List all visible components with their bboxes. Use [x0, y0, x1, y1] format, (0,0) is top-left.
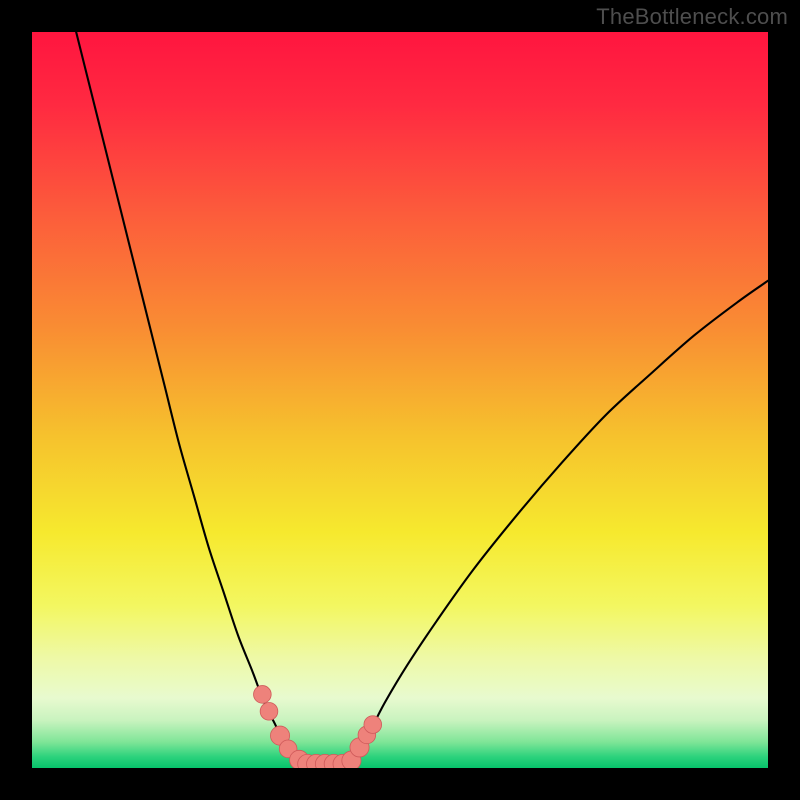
data-marker	[254, 686, 272, 704]
data-marker	[364, 716, 382, 734]
watermark-text: TheBottleneck.com	[596, 4, 788, 30]
outer-frame: TheBottleneck.com	[0, 0, 800, 800]
data-marker	[260, 703, 278, 721]
chart-svg	[32, 32, 768, 768]
plot-area	[32, 32, 768, 768]
gradient-fill-rect	[32, 32, 768, 768]
